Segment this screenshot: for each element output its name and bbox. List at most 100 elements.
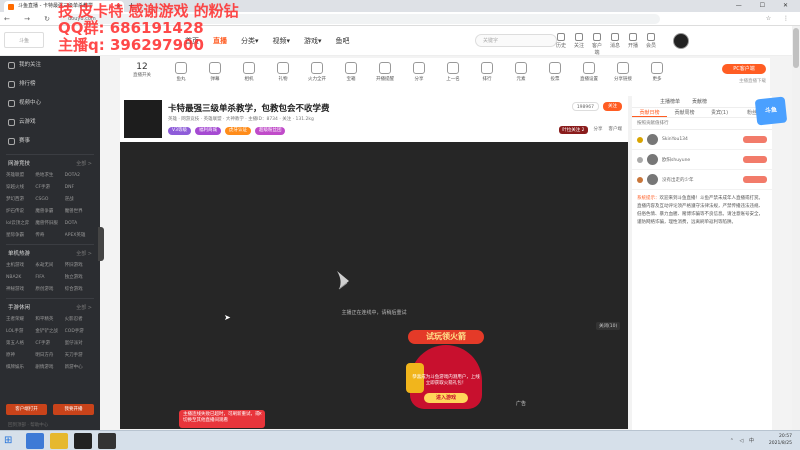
promo-ad[interactable]: 试玩领火箭 恭喜成为斗鱼游戏内测用户，上线立即获取火箭礼包！ 进入游戏 — [400, 330, 492, 410]
sidebar-game-link[interactable]: 炉石传说 — [6, 206, 35, 217]
sidebar-game-link[interactable]: CF手游 — [35, 182, 64, 193]
sidebar-game-link[interactable]: 原创游戏 — [35, 284, 64, 295]
sidebar-game-link[interactable]: COD手游 — [65, 326, 94, 337]
sidebar-game-link[interactable]: 传奇 — [35, 230, 64, 241]
client-icon[interactable]: 客户端 — [591, 33, 603, 56]
fan-row[interactable]: 欧阳shuyune — [632, 150, 772, 170]
video-player[interactable]: 主播正在连线中，请稍后重试 ➤ 关闭(10) 广告 — [120, 142, 628, 429]
sidebar-footer[interactable]: 回到顶部 · 帮助中心 — [8, 422, 48, 428]
tab-weekly[interactable]: 贡献周榜 — [667, 108, 702, 117]
section-more-link[interactable]: 全部 > — [76, 158, 92, 170]
sidebar-game-link[interactable]: 综合游戏 — [65, 284, 94, 295]
sidebar-game-link[interactable]: FIFA — [35, 272, 64, 283]
fan-row[interactable]: 没有出走的少年 — [632, 170, 772, 190]
sidebar-game-link[interactable]: CF手游 — [35, 338, 64, 349]
open-client-button[interactable]: 客户端打开 — [6, 404, 47, 415]
toolbar-item[interactable]: 直播设置 — [572, 62, 606, 82]
sidebar-game-link[interactable]: 绝地求生 — [35, 170, 64, 181]
browser-extension-icons[interactable]: ☆ ⋮ — [766, 14, 794, 24]
sidebar-game-link[interactable]: CSGO — [35, 194, 64, 205]
toolbar-item[interactable]: 相机 — [232, 62, 266, 82]
toolbar-item[interactable]: 鱼丸 — [164, 62, 198, 82]
sidebar-game-link[interactable]: 神秘游戏 — [6, 284, 35, 295]
sidebar-game-link[interactable]: 第五人格 — [6, 338, 35, 349]
broadcast-icon[interactable]: 开播 — [627, 33, 639, 56]
toast-close-icon[interactable]: ✕ — [258, 412, 262, 418]
live-toggle[interactable]: 12 直播开关 — [124, 62, 160, 78]
history-icon[interactable]: 历史 — [555, 33, 567, 56]
sidebar-game-link[interactable]: 怀旧游戏 — [65, 260, 94, 271]
sidebar-game-link[interactable]: NBA2K — [6, 272, 35, 283]
toolbar-item[interactable]: 更多 — [640, 62, 674, 82]
toolbar-item[interactable]: 上一名 — [436, 62, 470, 82]
nav-live[interactable]: 直播 — [213, 36, 227, 46]
nav-game[interactable]: 游戏▾ — [304, 36, 322, 46]
nav-video[interactable]: 视频▾ — [273, 36, 291, 46]
sidebar-item-follow[interactable]: 我的关注 — [0, 56, 100, 75]
sidebar-game-link[interactable]: 火影忍者 — [65, 314, 94, 325]
sidebar-game-link[interactable]: 梦幻西游 — [6, 194, 35, 205]
fan-club-tag[interactable]: 超级粉丝团 — [254, 127, 286, 135]
toolbar-item[interactable]: 投票 — [538, 62, 572, 82]
fan-row[interactable]: SkinYou134 — [632, 130, 772, 150]
sidebar-game-link[interactable]: 逆战 — [65, 194, 94, 205]
sidebar-collapse-handle[interactable] — [98, 227, 104, 261]
sidebar-game-link[interactable]: 星际争霸 — [6, 230, 35, 241]
message-icon[interactable]: 消息 — [609, 33, 621, 56]
rank-tab[interactable]: 主播榜单 — [660, 96, 680, 107]
sidebar-game-link[interactable]: lol云顶之弈 — [6, 218, 35, 229]
toolbar-item[interactable]: 弹幕 — [198, 62, 232, 82]
sidebar-game-link[interactable]: 独立游戏 — [65, 272, 94, 283]
share-button[interactable]: 分享 — [594, 126, 603, 134]
sidebar-game-link[interactable]: APEX英雄 — [65, 230, 94, 241]
sidebar-game-link[interactable]: DOTA — [65, 218, 94, 229]
contrib-tab[interactable]: 贡献榜 — [692, 96, 707, 107]
sidebar-game-link[interactable]: 棋牌娱乐 — [6, 362, 35, 373]
sidebar-game-link[interactable]: LOL手游 — [6, 326, 35, 337]
follow-button[interactable]: 关注 — [603, 102, 622, 111]
nav-yuba[interactable]: 鱼吧 — [336, 36, 350, 46]
streamer-avatar[interactable] — [124, 100, 162, 138]
tab-vip[interactable]: 贵宾(1) — [702, 108, 737, 117]
toolbar-item[interactable]: 开播提醒 — [368, 62, 402, 82]
sidebar-game-link[interactable]: 剧情游戏 — [35, 362, 64, 373]
windows-start-icon[interactable]: ⊞ — [4, 435, 18, 447]
toolbar-item[interactable]: 宝箱 — [334, 62, 368, 82]
page-scrollbar[interactable] — [792, 26, 800, 430]
follow-icon[interactable]: 关注 — [573, 33, 585, 56]
sidebar-game-link[interactable]: 魔兽世界 — [65, 206, 94, 217]
room-badge[interactable]: 叶拉关注 2 — [559, 126, 588, 134]
sidebar-game-link[interactable]: 穿越火线 — [6, 182, 35, 193]
game-icon[interactable] — [98, 433, 116, 449]
toolbar-item[interactable]: 分享链接 — [606, 62, 640, 82]
sidebar-game-link[interactable]: 原神 — [6, 350, 35, 361]
sidebar-game-link[interactable]: 魔兽争霸 — [35, 206, 64, 217]
sidebar-item-cloudgame[interactable]: 云游戏 — [0, 113, 100, 132]
tab-daily[interactable]: 贡献日榜 — [632, 108, 667, 117]
sidebar-game-link[interactable]: 明日方舟 — [35, 350, 64, 361]
sidebar-game-link[interactable]: DNF — [65, 182, 94, 193]
sidebar-game-link[interactable]: 金铲铲之战 — [35, 326, 64, 337]
vip-icon[interactable]: 会员 — [645, 33, 657, 56]
sidebar-game-link[interactable]: 主机游戏 — [6, 260, 35, 271]
sidebar-game-link[interactable]: 和平精英 — [35, 314, 64, 325]
sidebar-item-rank[interactable]: 排行榜 — [0, 75, 100, 94]
sidebar-game-link[interactable]: 魔兽怀旧服 — [35, 218, 64, 229]
promo-enter-button[interactable]: 进入游戏 — [424, 393, 468, 403]
toolbar-item[interactable]: 元素 — [504, 62, 538, 82]
client-button[interactable]: 客户端 — [609, 126, 623, 134]
toolbar-item[interactable]: 火力全开 — [300, 62, 334, 82]
sidebar-game-link[interactable]: DOTA2 — [65, 170, 94, 181]
nav-category[interactable]: 分类▾ — [241, 36, 259, 46]
chrome-icon[interactable] — [50, 433, 68, 449]
promo-close-button[interactable]: 关闭(10) — [596, 322, 621, 330]
sidebar-game-link[interactable]: 王者荣耀 — [6, 314, 35, 325]
search-input[interactable]: 关键字 — [475, 34, 557, 47]
sidebar-item-event[interactable]: 赛事 — [0, 132, 100, 151]
sidebar-game-link[interactable]: 永劫无间 — [35, 260, 64, 271]
system-tray[interactable]: ⌃ ◁ 中 — [730, 437, 756, 444]
site-logo[interactable]: 斗鱼 — [4, 32, 44, 48]
mall-tag[interactable]: 福利商城 — [194, 127, 221, 135]
sidebar-game-link[interactable]: 新游中心 — [65, 362, 94, 373]
toolbar-item[interactable]: 排行 — [470, 62, 504, 82]
